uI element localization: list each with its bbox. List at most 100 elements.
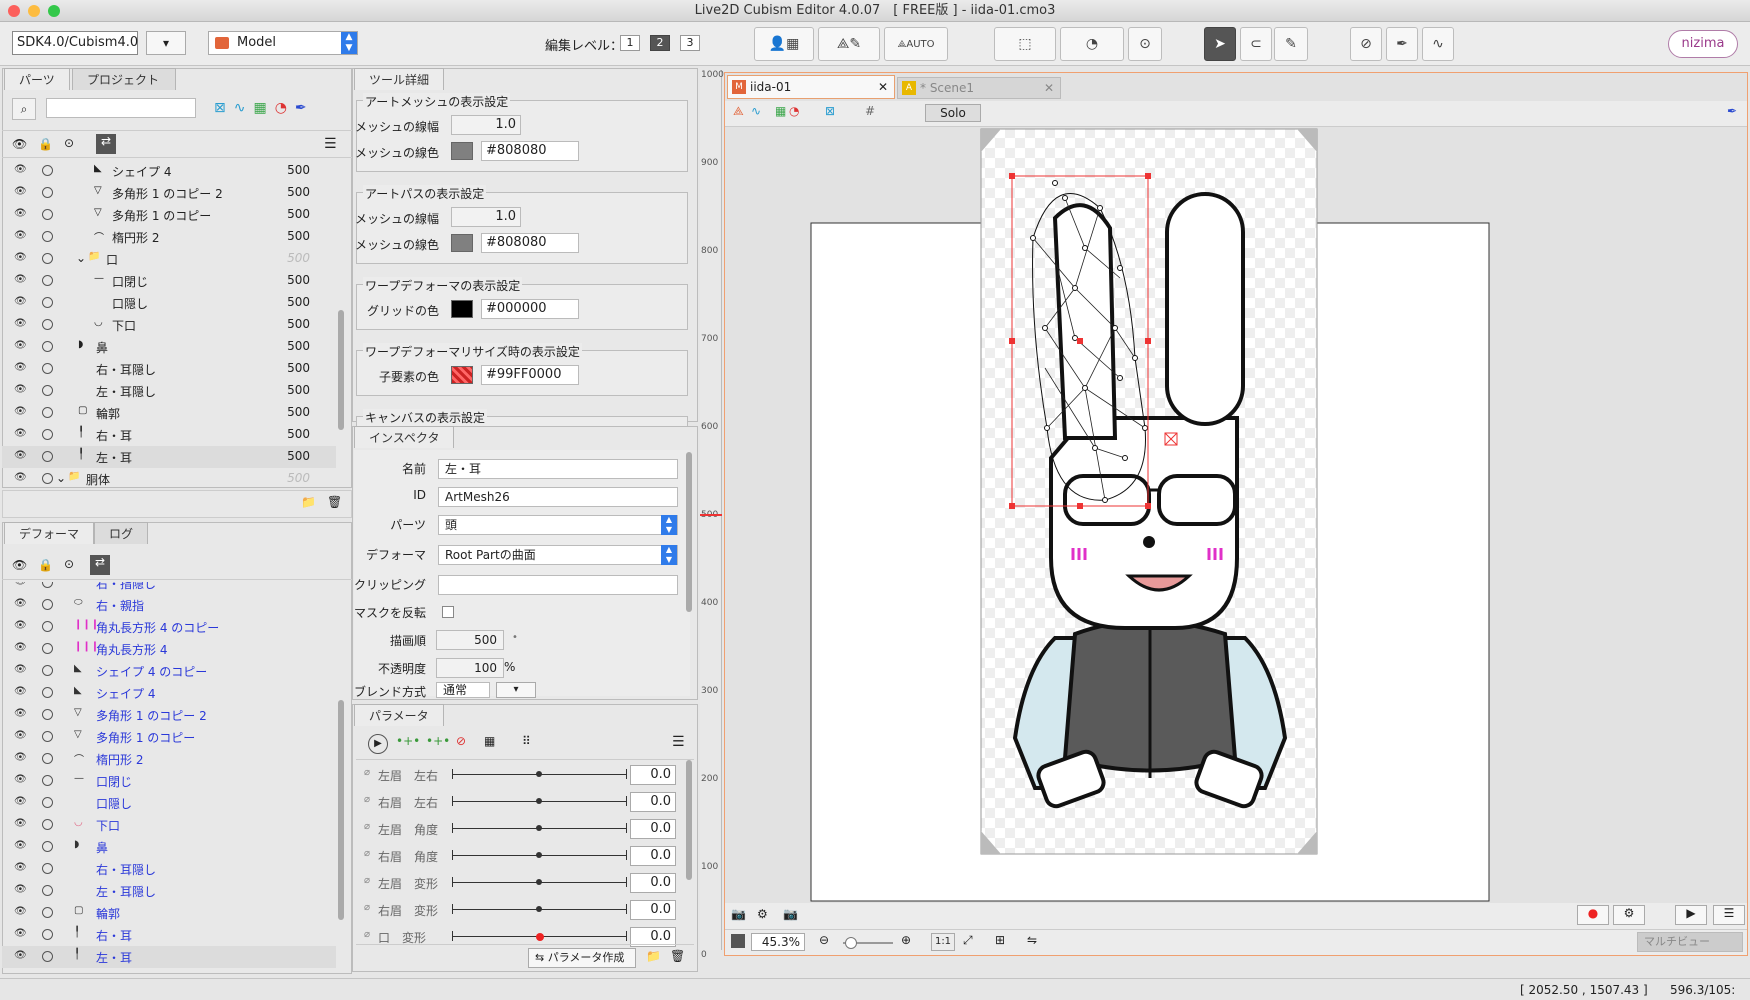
eye-icon[interactable]: 👁 bbox=[14, 297, 28, 307]
zoom-field[interactable]: 45.3% bbox=[751, 933, 805, 951]
lock-toggle[interactable] bbox=[42, 951, 53, 962]
part-row[interactable]: 👁 ╿ 右・耳 500 bbox=[2, 424, 336, 446]
edit-level-2[interactable]: 2 bbox=[650, 35, 670, 51]
swap-icon[interactable]: ⇄ bbox=[96, 134, 116, 154]
grid-filter-icon[interactable]: ▦ bbox=[775, 104, 786, 118]
slider-thumb[interactable] bbox=[536, 933, 544, 941]
fit-width-icon[interactable]: ⊞ bbox=[995, 933, 1005, 947]
parameter-value[interactable]: 0.0 bbox=[630, 900, 676, 920]
keyform-icon[interactable]: ⠿ bbox=[522, 734, 531, 748]
eye-icon[interactable]: 👁 bbox=[14, 385, 28, 395]
parameter-row[interactable]: ⌀ 左眉 角度 0.0 bbox=[356, 816, 688, 842]
color-swatch[interactable] bbox=[451, 234, 473, 252]
deformer-row[interactable]: 👁 口隠し bbox=[2, 792, 336, 814]
new-folder-icon[interactable]: 📁 bbox=[646, 949, 661, 963]
select-tool-button[interactable]: ➤ bbox=[1204, 27, 1236, 61]
zoom-slider[interactable] bbox=[843, 937, 893, 949]
slider-thumb[interactable] bbox=[536, 825, 542, 831]
parameter-value[interactable]: 0.0 bbox=[630, 819, 676, 839]
lock-toggle[interactable] bbox=[42, 709, 53, 720]
search-button[interactable]: ⌕ bbox=[12, 98, 36, 120]
blend-dropdown-button[interactable]: ▾ bbox=[496, 682, 536, 698]
id-field[interactable]: ArtMesh26 bbox=[438, 487, 678, 507]
link-icon[interactable]: ⌀ bbox=[364, 848, 370, 859]
add-three-keys-icon[interactable]: •+• bbox=[426, 734, 450, 748]
zoom-out-icon[interactable]: ⊖ bbox=[819, 933, 829, 947]
rotate-filter-icon[interactable]: ◔ bbox=[275, 100, 295, 116]
mode-select[interactable]: Model ▲ ▼ bbox=[208, 31, 358, 55]
part-row[interactable]: 👁 ◗ 鼻 500 bbox=[2, 336, 336, 358]
actual-size-button[interactable]: 1:1 bbox=[931, 933, 955, 951]
part-row[interactable]: 👁 ◣ シェイプ 4 500 bbox=[2, 160, 336, 182]
lock-toggle[interactable] bbox=[42, 341, 53, 352]
pen-tool-button[interactable]: ✒ bbox=[1386, 27, 1418, 61]
eye-icon[interactable]: 👁 bbox=[14, 643, 28, 653]
eye-icon[interactable]: 👁 bbox=[14, 473, 28, 483]
link-icon[interactable]: ⌀ bbox=[364, 902, 370, 913]
draw-order-field[interactable]: 500 bbox=[436, 630, 504, 650]
deformer-row[interactable]: 👁 ◡ 下口 bbox=[2, 814, 336, 836]
mesh-edit-button[interactable]: ⟁✎ bbox=[818, 27, 880, 61]
eye-icon[interactable]: 👁 bbox=[14, 951, 28, 961]
eye-icon[interactable]: 👁 bbox=[14, 863, 28, 873]
tab-tool-details[interactable]: ツール詳細 bbox=[354, 68, 445, 90]
zoom-in-icon[interactable]: ⊕ bbox=[901, 933, 911, 947]
camera-icon[interactable]: 📷 bbox=[731, 907, 746, 921]
eye-icon[interactable]: 👁 bbox=[14, 429, 28, 439]
parameter-scrollbar[interactable] bbox=[686, 760, 692, 880]
lock-toggle[interactable] bbox=[42, 841, 53, 852]
deformer-row[interactable]: 👁 ❙❙❙ 角丸長方形 4 bbox=[2, 638, 336, 660]
invert-mask-checkbox[interactable] bbox=[442, 606, 454, 618]
gear-icon[interactable]: ⚙ bbox=[1613, 905, 1645, 925]
lock-toggle[interactable] bbox=[42, 687, 53, 698]
checker-toggle-icon[interactable] bbox=[731, 934, 745, 948]
eye-icon[interactable]: 👁 bbox=[14, 165, 28, 175]
path-tool-button[interactable]: ⊘ bbox=[1350, 27, 1382, 61]
curve-tool-button[interactable]: ∿ bbox=[1422, 27, 1454, 61]
eye-icon[interactable]: 👁 bbox=[12, 137, 27, 151]
eye-icon[interactable]: 👁 bbox=[14, 187, 28, 197]
inspector-scrollbar[interactable] bbox=[686, 452, 692, 612]
parameter-row[interactable]: ⌀ 左眉 変形 0.0 bbox=[356, 870, 688, 896]
eye-icon[interactable]: 👁 bbox=[14, 775, 28, 785]
lock-toggle[interactable] bbox=[42, 582, 53, 588]
eye-icon[interactable]: 👁 bbox=[14, 599, 28, 609]
eye-icon[interactable]: 👁 bbox=[14, 209, 28, 219]
deformer-row[interactable]: 👁 — 口閉じ bbox=[2, 770, 336, 792]
lock-toggle[interactable] bbox=[42, 429, 53, 440]
deformer-row[interactable]: 👁 ╿ 左・耳 bbox=[2, 946, 336, 968]
deformer-row[interactable]: 👁 ▢ 輪郭 bbox=[2, 902, 336, 924]
camera-export-icon[interactable]: 📷 bbox=[783, 907, 798, 921]
tab-log[interactable]: ログ bbox=[94, 522, 149, 544]
slider-thumb[interactable] bbox=[536, 798, 542, 804]
eye-icon[interactable]: 👁 bbox=[14, 451, 28, 461]
deformer-row[interactable]: 👁 ▽ 多角形 1 のコピー bbox=[2, 726, 336, 748]
lock-icon[interactable]: 🔒 bbox=[38, 137, 53, 151]
create-parameter-button[interactable]: ⇆ パラメータ作成 bbox=[528, 948, 636, 968]
name-field[interactable]: 左・耳 bbox=[438, 459, 678, 479]
part-row[interactable]: 👁 ⌄ 📁 口 500 bbox=[2, 248, 336, 270]
blend-select[interactable]: 通常 bbox=[436, 682, 490, 698]
lock-toggle[interactable] bbox=[42, 231, 53, 242]
lasso-tool-button[interactable]: ⊂ bbox=[1240, 27, 1272, 61]
play-icon[interactable]: ▶ bbox=[1675, 905, 1707, 925]
deformer-row[interactable]: 👁 ▽ 多角形 1 のコピー 2 bbox=[2, 704, 336, 726]
trash-icon[interactable]: 🗑 bbox=[327, 495, 342, 509]
parameter-value[interactable]: 0.0 bbox=[630, 873, 676, 893]
parts-search-input[interactable] bbox=[46, 98, 196, 118]
deformer-row[interactable]: 👁 右・耳隠し bbox=[2, 858, 336, 880]
path-filter-icon[interactable]: ∿ bbox=[751, 104, 761, 118]
link-icon[interactable]: ⌀ bbox=[364, 929, 370, 940]
lock-toggle[interactable] bbox=[42, 775, 53, 786]
part-row[interactable]: 👁 ╿ 左・耳 500 bbox=[2, 446, 336, 468]
select-filter-icon[interactable]: ⊠ bbox=[825, 104, 835, 118]
part-row[interactable]: 👁 ⌄ 📁 胴体 500 bbox=[2, 468, 336, 486]
eye-icon[interactable]: 👁 bbox=[14, 753, 28, 763]
eye-icon[interactable]: 👁 bbox=[14, 231, 28, 241]
add-key-icon[interactable]: •+• bbox=[396, 734, 420, 748]
part-row[interactable]: 👁 口隠し 500 bbox=[2, 292, 336, 314]
parameter-value[interactable]: 0.0 bbox=[630, 792, 676, 812]
multiview-button[interactable]: マルチビュー bbox=[1637, 932, 1743, 952]
sdk-dropdown-button[interactable]: ▾ bbox=[146, 31, 186, 55]
deformer-row[interactable]: 👁 ⬭ 右・親指 bbox=[2, 594, 336, 616]
